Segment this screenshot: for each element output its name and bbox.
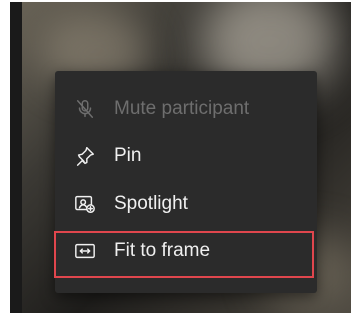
menu-item-label: Spotlight [114, 193, 188, 214]
spotlight-icon [73, 192, 97, 216]
menu-item-label: Pin [114, 145, 142, 166]
tile-edge [10, 2, 22, 313]
menu-item-fit-to-frame[interactable]: Fit to frame [55, 229, 317, 273]
mic-off-icon [73, 97, 97, 121]
pin-icon [73, 144, 97, 168]
menu-item-label: Mute participant [114, 98, 250, 119]
menu-item-pin[interactable]: Pin [55, 134, 317, 178]
menu-item-label: Fit to frame [114, 240, 211, 261]
participant-context-menu: Mute participant Pin Spotlight Fit to fr… [55, 71, 317, 293]
menu-item-mute-participant: Mute participant [55, 87, 317, 131]
fit-to-frame-icon [73, 239, 97, 263]
menu-item-spotlight[interactable]: Spotlight [55, 182, 317, 226]
